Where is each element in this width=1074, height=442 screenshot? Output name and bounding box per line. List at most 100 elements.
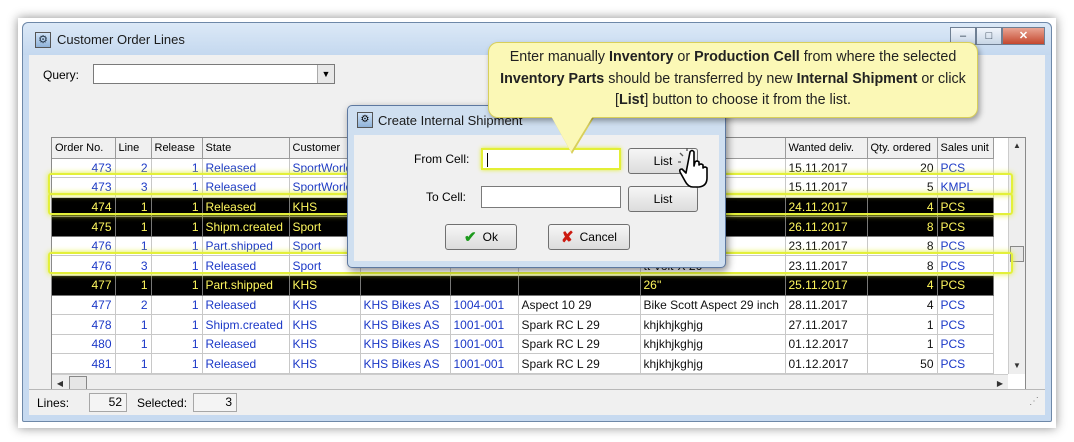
callout-text: or [673,49,695,65]
to-list-button[interactable]: List [628,186,698,212]
to-cell-input[interactable] [481,186,621,208]
cancel-button[interactable]: ✘ Cancel [548,224,630,250]
column-header[interactable]: Order No. [52,138,116,159]
cell-cname: KHS Bikes AS [360,334,451,355]
cell-state: Shipm.created [202,314,290,335]
cell-order: 478 [52,314,116,335]
cell-qty: 50 [867,353,938,375]
cell-wanted: 28.11.2017 [785,295,868,316]
table-row[interactable]: 480 1 1 Released KHS KHS Bikes AS 1001-001 Spar… [52,334,994,355]
column-header[interactable]: Line [115,138,152,159]
table-row[interactable]: 477 1 1 Part.shipped KHS 26'' 25.11.2017 4 PCS [52,275,994,296]
column-header[interactable]: State [202,138,290,159]
chevron-down-icon[interactable]: ▼ [317,65,334,83]
query-select[interactable]: ▼ [93,64,335,84]
lines-label: Lines: [37,396,70,410]
cell-desc: Spark RC L 29 [518,353,641,375]
hand-pointer-icon [678,148,708,188]
callout-text: ] button to choose it from the list. [644,92,852,108]
app-icon: ⚙ [35,32,51,48]
cell-customer: KHS [289,295,361,316]
cell-line: 2 [115,295,152,316]
cell-wanted: 26.11.2017 [785,216,868,237]
cell-state: Part.shipped [202,275,290,296]
cell-cname [360,275,451,296]
lines-count: 52 [89,393,127,412]
cell-part [450,275,519,296]
cell-order: 481 [52,353,116,375]
scroll-up-icon[interactable]: ▲ [1009,138,1025,154]
cell-unit: PCS [937,275,994,296]
cell-cdesc: khjkhjkghjg [640,334,786,355]
cell-wanted: 27.11.2017 [785,314,868,335]
cell-wanted: 01.12.2017 [785,334,868,355]
cell-cdesc: Bike Scott Aspect 29 inch [640,295,786,316]
table-row[interactable]: 481 1 1 Released KHS KHS Bikes AS 1001-001 Spar… [52,353,994,375]
callout-bold: List [618,92,645,108]
cell-customer: KHS [289,275,361,296]
cell-cname: KHS Bikes AS [360,353,451,375]
window-title: Customer Order Lines [57,32,185,47]
cell-release: 1 [151,275,203,296]
cell-part: 1001-001 [450,334,519,355]
create-internal-shipment-dialog: ⚙ Create Internal Shipment From Cell: Li… [347,105,726,268]
cell-release: 1 [151,314,203,335]
cell-release: 1 [151,334,203,355]
text-caret [487,153,488,167]
cell-cname: KHS Bikes AS [360,295,451,316]
selected-label: Selected: [137,396,188,410]
to-cell-label: To Cell: [426,190,467,204]
table-row[interactable]: 478 1 1 Shipm.created KHS KHS Bikes AS 1001-00… [52,314,994,335]
callout-text: should be transferred by new [604,70,797,87]
cell-qty: 8 [867,216,938,237]
close-button[interactable]: ✕ [1002,27,1045,45]
resize-grip-icon[interactable]: ⋰ [1029,396,1039,407]
column-header[interactable]: Release [151,138,203,159]
cell-desc: Spark RC L 29 [518,314,641,335]
cell-order: 475 [52,216,116,237]
cell-unit: PCS [937,295,994,316]
column-header[interactable]: Qty. ordered [867,138,938,159]
cell-unit: PCS [937,353,994,375]
cross-icon: ✘ [561,229,574,246]
cell-qty: 1 [867,334,938,355]
cancel-label: Cancel [579,230,617,244]
scroll-down-icon[interactable]: ▼ [1009,358,1025,374]
cell-unit: PCS [937,314,994,335]
callout-bold: Inventory Parts [500,70,605,87]
maximize-button[interactable]: □ [976,27,1002,45]
cell-qty: 4 [867,295,938,316]
cell-cname: KHS Bikes AS [360,314,451,335]
cell-unit: PCS [937,334,994,355]
callout-bold: Inventory [609,49,674,65]
callout-pointer [551,116,593,152]
cell-state: Shipm.created [202,216,290,237]
cell-cdesc: khjkhjkghjg [640,314,786,335]
cell-line: 1 [115,334,152,355]
cell-part: 1001-001 [450,314,519,335]
cell-wanted: 01.12.2017 [785,353,868,375]
status-bar: Lines: 52 Selected: 3 ⋰ [29,389,1045,415]
cell-unit: PCS [937,216,994,237]
hscroll-thumb[interactable] [69,376,87,390]
cell-state: Released [202,353,290,375]
query-label: Query: [43,68,80,82]
column-header[interactable]: Sales unit [937,138,994,159]
column-header[interactable]: Wanted deliv. [785,138,868,159]
from-cell-label: From Cell: [414,152,470,166]
cell-desc: Spark RC L 29 [518,334,641,355]
dialog-body: From Cell: List To Cell: List ✔ Ok ✘ Cance… [354,135,719,261]
cell-customer: KHS [289,334,361,355]
cell-desc [518,275,641,296]
cell-part: 1004-001 [450,295,519,316]
ok-button[interactable]: ✔ Ok [445,224,517,250]
cell-wanted: 25.11.2017 [785,275,868,296]
instruction-callout: Enter manually Inventory or Production C… [488,42,978,118]
cell-line: 1 [115,353,152,375]
cell-state: Released [202,334,290,355]
callout-text: Enter manually [509,49,610,65]
cell-state: Released [202,295,290,316]
table-row[interactable]: 477 2 1 Released KHS KHS Bikes AS 1004-001 Aspe… [52,295,994,316]
cell-release: 1 [151,295,203,316]
cell-order: 480 [52,334,116,355]
